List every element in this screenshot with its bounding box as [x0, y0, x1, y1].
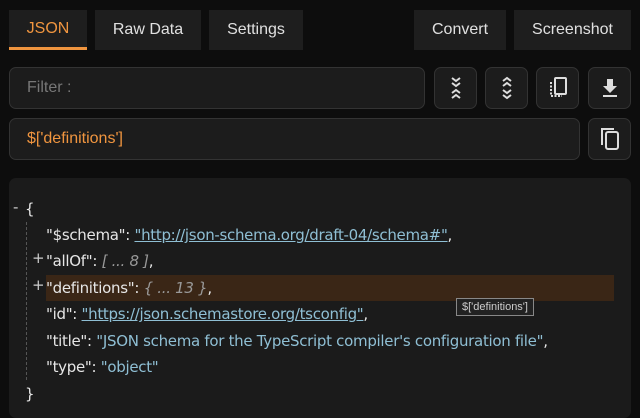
expand-toggle[interactable]: + [32, 276, 45, 294]
tree-row-allof[interactable]: "allOf": [ ... 8 ], [46, 249, 154, 273]
copy-icon [549, 77, 567, 97]
tab-json[interactable]: JSON [9, 10, 87, 50]
screenshot-button[interactable]: Screenshot [514, 10, 631, 50]
filter-field [9, 67, 425, 109]
tree-row-schema: "$schema": "http://json-schema.org/draft… [46, 226, 453, 244]
tree-row-title: "title": "JSON schema for the TypeScript… [46, 332, 548, 350]
expand-all-button[interactable] [485, 67, 528, 109]
copy-icon [600, 128, 619, 150]
collapse-all-button[interactable] [434, 67, 477, 109]
tab-settings[interactable]: Settings [209, 10, 303, 50]
tree-row-type: "type": "object" [46, 358, 159, 376]
path-tooltip: $['definitions'] [456, 298, 534, 316]
open-brace: { [25, 200, 35, 218]
download-button[interactable] [588, 67, 631, 109]
link-value[interactable]: "http://json-schema.org/draft-04/schema#… [134, 226, 447, 244]
expand-all-icon [501, 76, 512, 100]
close-brace: } [25, 385, 35, 403]
collapse-toggle[interactable]: - [13, 198, 18, 216]
tree-row-id: "id": "https://json.schemastore.org/tsco… [46, 305, 368, 323]
tree-row-definitions[interactable]: "definitions": { ... 13 }, [46, 276, 212, 300]
expand-toggle[interactable]: + [32, 249, 45, 267]
link-value[interactable]: "https://json.schemastore.org/tsconfig" [82, 305, 364, 323]
download-icon [602, 79, 617, 97]
indent-guide [26, 222, 27, 380]
filter-input[interactable] [27, 79, 424, 97]
copy-path-button[interactable] [588, 118, 631, 160]
copy-json-button[interactable] [536, 67, 579, 109]
collapse-all-icon [450, 77, 461, 99]
convert-button[interactable]: Convert [414, 10, 506, 50]
tab-raw-data[interactable]: Raw Data [95, 10, 201, 50]
path-field[interactable]: $['definitions'] [9, 118, 580, 160]
